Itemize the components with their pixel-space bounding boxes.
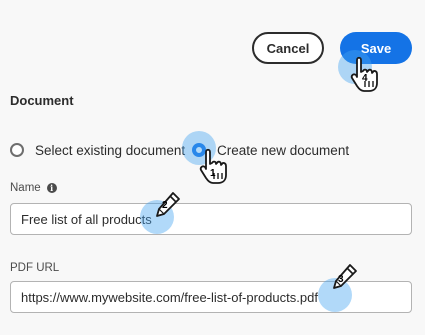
- section-title-document: Document: [10, 93, 74, 108]
- radio-create-new[interactable]: [192, 143, 206, 157]
- step-3-number: 3: [338, 274, 344, 285]
- step-2-number: 2: [162, 200, 168, 211]
- pdf-url-input[interactable]: https://www.mywebsite.com/free-list-of-p…: [10, 281, 412, 313]
- radio-option-select-existing[interactable]: Select existing document: [10, 140, 185, 160]
- step-1-number: 1: [210, 168, 216, 179]
- radio-select-existing[interactable]: [10, 143, 24, 157]
- pdf-url-field-label: PDF URL: [10, 262, 59, 274]
- info-icon[interactable]: i: [46, 183, 57, 193]
- name-field-label: Name i: [10, 182, 57, 194]
- step-4-number: 4: [362, 73, 368, 84]
- cancel-button[interactable]: Cancel: [252, 32, 324, 64]
- radio-option-create-new[interactable]: Create new document: [192, 140, 349, 160]
- name-input[interactable]: Free list of all products: [10, 203, 412, 235]
- name-label-text: Name: [10, 182, 41, 194]
- pdf-url-label-text: PDF URL: [10, 262, 60, 274]
- save-button[interactable]: Save: [340, 32, 412, 64]
- radio-label-create-new: Create new document: [217, 142, 350, 158]
- radio-label-select-existing: Select existing document: [35, 142, 186, 158]
